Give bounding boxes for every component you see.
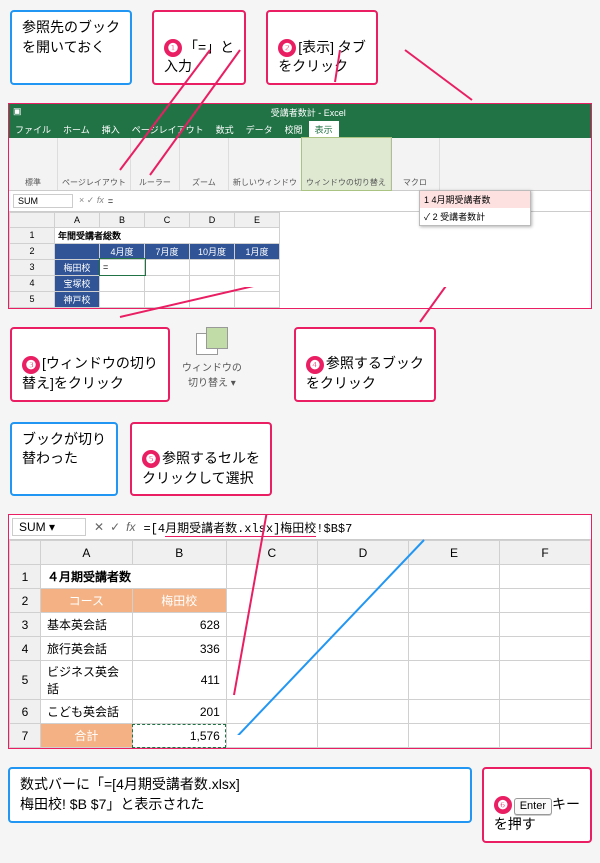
switch-window-icon-graphic [194, 327, 230, 355]
switch-window-icon: ウィンドウの 切り替え ▾ [182, 327, 242, 389]
ribbon-group-switchwindow[interactable]: ウィンドウの切り替え [302, 138, 391, 190]
ribbon-tabs: ファイル ホーム 挿入 ページレイアウト 数式 データ 校閲 表示 [9, 121, 591, 138]
window-title: 受講者数計 - Excel [271, 106, 346, 119]
step1-num: ❶ [164, 39, 182, 57]
step2-num: ❷ [278, 39, 296, 57]
excel-window-2: SUM ▾ ✕ ✓ fx =[4月期受講者数.xlsx]梅田校!$B$7 A B… [8, 514, 592, 749]
switch-window-dropdown: 1 4月期受講者数 ✓ 2 受講者数計 [419, 190, 531, 226]
titlebar: ▣ 受講者数計 - Excel [9, 104, 591, 121]
step3-num: ❸ [22, 356, 40, 374]
formula-content-1[interactable]: = [108, 196, 113, 206]
step1-callout: ❶「=」と 入力 [152, 10, 246, 85]
tab-view[interactable]: 表示 [309, 121, 339, 138]
dropdown-item-1[interactable]: 1 4月期受講者数 [420, 191, 530, 208]
enter-key: Enter [514, 798, 552, 815]
step6-num: ❻ [494, 796, 512, 814]
ribbon-group-zoom[interactable]: ズーム [180, 138, 229, 190]
step3-callout: ❸[ウィンドウの切り 替え]をクリック [10, 327, 170, 402]
tab-data[interactable]: データ [240, 121, 279, 138]
switched-callout: ブックが切り 替わった [10, 422, 118, 497]
formula-content-2[interactable]: =[4月期受講者数.xlsx]梅田校!$B$7 [143, 519, 588, 536]
excel-window-1: ▣ 受講者数計 - Excel ファイル ホーム 挿入 ページレイアウト 数式 … [8, 103, 592, 309]
tab-home[interactable]: ホーム [57, 121, 96, 138]
tab-review[interactable]: 校閲 [279, 121, 309, 138]
namebox-1[interactable]: SUM [13, 194, 73, 208]
grid-1[interactable]: ABCDE 1年間受講者総数 24月度7月度10月度1月度 3梅田校= 4宝塚校… [9, 212, 280, 308]
mid-callouts-row: ❸[ウィンドウの切り 替え]をクリック ウィンドウの 切り替え ▾ ❹参照するブ… [0, 317, 600, 412]
tab-insert[interactable]: 挿入 [96, 121, 126, 138]
ribbon-group-macro[interactable]: マクロ [391, 138, 440, 190]
step5-num: ❺ [142, 450, 160, 468]
formula-shown-callout: 数式バーに「=[4月期受講者数.xlsx] 梅田校! $B $7」と表示された [8, 767, 472, 822]
tab-pagelayout[interactable]: ページレイアウト [126, 121, 210, 138]
step6-callout: ❻Enterキー を押す [482, 767, 592, 843]
open-ref-book-callout: 参照先のブック を開いておく [10, 10, 132, 85]
confirm-icon[interactable]: ✓ [110, 520, 120, 534]
ribbon-group-ruler[interactable]: ルーラー [131, 138, 180, 190]
ribbon-group-pagelayout[interactable]: ページレイアウト [58, 138, 131, 190]
excel-icon: ▣ [13, 106, 22, 119]
step2-callout: ❷[表示] タブ をクリック [266, 10, 378, 85]
step5-text: 参照するセルを クリックして選択 [142, 450, 260, 486]
step3-text: [ウィンドウの切り 替え]をクリック [22, 355, 158, 391]
namebox-2[interactable]: SUM ▾ [12, 518, 86, 536]
switch-icon-label: ウィンドウの 切り替え ▾ [182, 359, 242, 389]
step5-callout: ❺参照するセルを クリックして選択 [130, 422, 272, 497]
top-callouts-row: 参照先のブック を開いておく ❶「=」と 入力 ❷[表示] タブ をクリック [0, 0, 600, 95]
step4-num: ❹ [306, 356, 324, 374]
fx-icon[interactable]: fx [126, 520, 135, 534]
bottom-callouts-row: 数式バーに「=[4月期受講者数.xlsx] 梅田校! $B $7」と表示された … [0, 757, 600, 863]
ribbon-group-views[interactable]: 標準 [9, 138, 58, 190]
dropdown-item-2[interactable]: ✓ 2 受講者数計 [420, 208, 530, 225]
step4-text: 参照するブック をクリック [306, 355, 424, 391]
mid2-callouts-row: ブックが切り 替わった ❺参照するセルを クリックして選択 [0, 412, 600, 507]
ribbon-group-newwindow[interactable]: 新しいウィンドウ [229, 138, 302, 190]
tab-formula[interactable]: 数式 [210, 121, 240, 138]
cancel-icon[interactable]: ✕ [94, 520, 104, 534]
grid-2[interactable]: A B C D E F 1４月期受講者数 2コース梅田校 3基本英会話628 4… [9, 540, 591, 748]
ribbon-body: 標準 ページレイアウト ルーラー ズーム 新しいウィンドウ ウィンドウの切り替え… [9, 138, 591, 191]
step4-callout: ❹参照するブック をクリック [294, 327, 436, 402]
formula-bar-2: SUM ▾ ✕ ✓ fx =[4月期受講者数.xlsx]梅田校!$B$7 [9, 515, 591, 540]
tab-file[interactable]: ファイル [9, 121, 57, 138]
fx-icon[interactable]: × ✓ fx [79, 195, 104, 206]
